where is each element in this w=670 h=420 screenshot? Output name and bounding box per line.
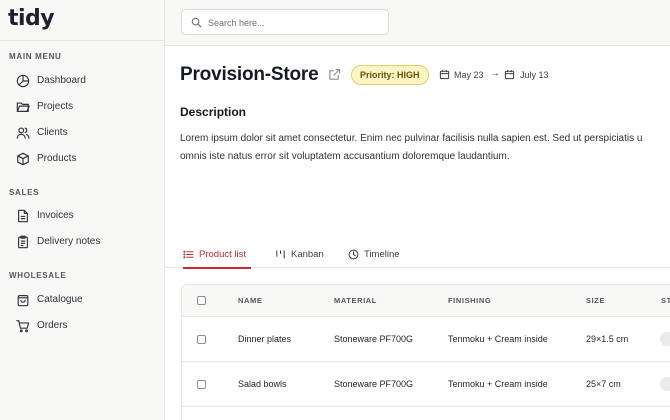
list-icon	[183, 249, 194, 260]
status-pill	[660, 377, 670, 391]
column-header-finishing[interactable]: FINISHING	[448, 296, 491, 305]
description-line: omnis iste natus error sit voluptatem ac…	[180, 151, 510, 162]
product-table: NAME MATERIAL FINISHING SIZE ST Dinner p…	[181, 284, 670, 420]
cell-material: Stoneware PF700G	[334, 379, 414, 389]
cell-finishing: Tenmoku + Cream inside	[448, 379, 548, 389]
sidebar-item-catalogue[interactable]: Catalogue	[0, 289, 164, 311]
table-row[interactable]: Dinner plates Stoneware PF700G Tenmoku +…	[182, 317, 670, 362]
sidebar-item-delivery-notes[interactable]: Delivery notes	[0, 231, 164, 253]
description-heading: Description	[180, 105, 247, 119]
sidebar-item-label: Clients	[37, 127, 68, 138]
priority-badge: Priority: HIGH	[351, 65, 429, 85]
dashboard-icon	[16, 74, 30, 88]
file-icon	[16, 209, 30, 223]
cell-material: Stoneware PF700G	[334, 334, 414, 344]
tab-timeline[interactable]: Timeline	[348, 242, 403, 268]
divider	[0, 40, 164, 41]
sidebar-item-orders[interactable]: Orders	[0, 315, 164, 337]
table-row[interactable]: Salad bowls Stoneware PF700G Tenmoku + C…	[182, 362, 670, 407]
sidebar-item-label: Products	[37, 153, 77, 164]
end-date: July 13	[520, 70, 549, 80]
sidebar-item-label: Dashboard	[37, 75, 86, 86]
column-header-material[interactable]: MATERIAL	[334, 296, 377, 305]
section-title-sales: SALES	[9, 188, 40, 197]
app-logo[interactable]: tidy	[8, 6, 55, 31]
description-line: Lorem ipsum dolor sit amet consectetur. …	[180, 133, 643, 144]
search-input[interactable]	[208, 15, 378, 30]
sidebar-item-invoices[interactable]: Invoices	[0, 205, 164, 227]
external-link-icon[interactable]	[328, 68, 341, 81]
sidebar: tidy MAIN MENU Dashboard Projects Client…	[0, 0, 165, 420]
sidebar-item-projects[interactable]: Projects	[0, 96, 164, 118]
column-header-status[interactable]: ST	[661, 296, 670, 305]
users-icon	[16, 126, 30, 140]
column-header-size[interactable]: SIZE	[586, 296, 605, 305]
page-title: Provision-Store	[180, 64, 319, 85]
sidebar-item-label: Catalogue	[37, 294, 83, 305]
sidebar-item-label: Invoices	[37, 210, 74, 221]
box-icon	[16, 152, 30, 166]
sidebar-item-clients[interactable]: Clients	[0, 122, 164, 144]
top-bar	[165, 0, 670, 46]
clock-icon	[348, 249, 359, 260]
sidebar-item-label: Projects	[37, 101, 74, 112]
sidebar-item-products[interactable]: Products	[0, 148, 164, 170]
cell-size: 25×7 cm	[586, 379, 621, 389]
cart-icon	[16, 319, 30, 333]
clipboard-icon	[16, 235, 30, 249]
kanban-icon	[275, 249, 286, 260]
cell-name: Salad bowls	[238, 379, 287, 389]
row-checkbox[interactable]	[197, 335, 206, 344]
tab-kanban[interactable]: Kanban	[275, 242, 325, 268]
status-pill	[660, 332, 670, 346]
description-text: Lorem ipsum dolor sit amet consectetur. …	[180, 130, 670, 166]
table-header: NAME MATERIAL FINISHING SIZE ST	[182, 285, 670, 317]
date-arrow: →	[490, 68, 500, 79]
section-title-main-menu: MAIN MENU	[9, 52, 62, 61]
tab-label: Kanban	[291, 249, 324, 260]
column-header-name[interactable]: NAME	[238, 296, 262, 305]
tab-label: Timeline	[364, 249, 400, 260]
sidebar-item-label: Orders	[37, 320, 68, 331]
section-title-wholesale: WHOLESALE	[9, 271, 67, 280]
calendar-icon	[439, 69, 450, 80]
sidebar-item-dashboard[interactable]: Dashboard	[0, 70, 164, 92]
cell-size: 29×1.5 cm	[586, 334, 629, 344]
start-date: May 23	[454, 70, 484, 80]
tab-product-list[interactable]: Product list	[183, 242, 251, 269]
select-all-checkbox[interactable]	[197, 296, 206, 305]
row-checkbox[interactable]	[197, 380, 206, 389]
tab-label: Product list	[199, 249, 246, 260]
bag-icon	[16, 293, 30, 307]
cell-finishing: Tenmoku + Cream inside	[448, 334, 548, 344]
sidebar-item-label: Delivery notes	[37, 236, 101, 247]
search-icon	[191, 17, 202, 28]
folder-icon	[16, 100, 30, 114]
cell-name: Dinner plates	[238, 334, 292, 344]
calendar-icon	[504, 69, 515, 80]
tab-bar: Product list Kanban Timeline	[165, 242, 670, 269]
search-box[interactable]	[181, 9, 389, 35]
